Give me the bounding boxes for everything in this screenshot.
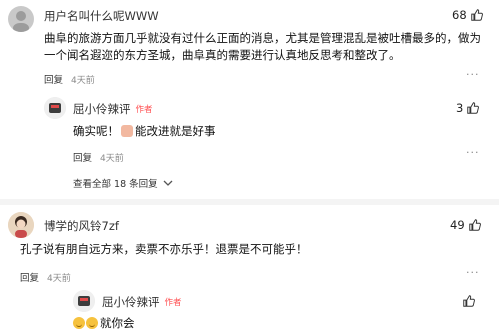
reply-text: 就你会 — [73, 315, 135, 332]
more-dots-icon[interactable]: ··· — [466, 68, 480, 81]
more-dots-icon[interactable]: ··· — [466, 266, 480, 279]
reply-username[interactable]: 屈小伶辣评 作者 — [73, 101, 153, 117]
like-button[interactable]: 49 — [450, 218, 482, 232]
reply-like-button[interactable]: 3 — [456, 101, 480, 115]
avatar[interactable] — [8, 6, 34, 32]
author-avatar[interactable] — [44, 97, 66, 119]
view-all-replies-link[interactable]: 查看全部 18 条回复 — [73, 176, 173, 190]
reply-button[interactable]: 回复 — [73, 153, 92, 164]
emoji-icon — [121, 125, 133, 137]
timestamp: 4天前 — [71, 76, 95, 86]
reply-username[interactable]: 屈小伶辣评 作者 — [102, 294, 182, 310]
divider — [0, 199, 499, 205]
thumbs-up-icon — [470, 9, 483, 21]
thumbs-up-icon — [463, 295, 475, 307]
reply-text: 确实呢！ 能改进就是好事 — [73, 124, 216, 138]
emoji-icon — [86, 317, 98, 329]
like-count: 49 — [450, 218, 465, 232]
reply-like-button[interactable] — [462, 294, 476, 308]
reply-button[interactable]: 回复 — [20, 273, 39, 284]
author-badge: 作者 — [135, 105, 153, 115]
author-avatar[interactable] — [73, 290, 95, 312]
chevron-down-icon — [163, 180, 173, 186]
comment-text: 曲阜的旅游方面几乎就没有过什么正面的消息，尤其是管理混乱是被吐槽最多的，做为一个… — [44, 31, 481, 62]
thumbs-up-icon — [467, 102, 480, 114]
author-badge: 作者 — [164, 298, 182, 308]
reply-like-count: 3 — [456, 101, 464, 115]
avatar[interactable] — [8, 212, 34, 238]
emoji-icon — [73, 317, 85, 329]
like-button[interactable]: 68 — [452, 8, 484, 22]
reply-button[interactable]: 回复 — [44, 75, 63, 86]
like-count: 68 — [452, 8, 467, 22]
timestamp: 4天前 — [100, 154, 124, 164]
comment-meta: 回复 4天前 — [44, 72, 95, 86]
timestamp: 4天前 — [47, 274, 71, 284]
reply-meta: 回复 4天前 — [73, 150, 124, 164]
comment-meta: 回复 4天前 — [20, 270, 71, 284]
more-dots-icon[interactable]: ··· — [466, 146, 480, 159]
username[interactable]: 用户名叫什么呢WWW — [44, 8, 159, 24]
thumbs-up-icon — [468, 219, 481, 231]
username[interactable]: 博学的风铃7zf — [44, 218, 119, 234]
comment-text: 孔子说有朋自远方来，卖票不亦乐乎！退票是不可能乎！ — [20, 242, 308, 256]
